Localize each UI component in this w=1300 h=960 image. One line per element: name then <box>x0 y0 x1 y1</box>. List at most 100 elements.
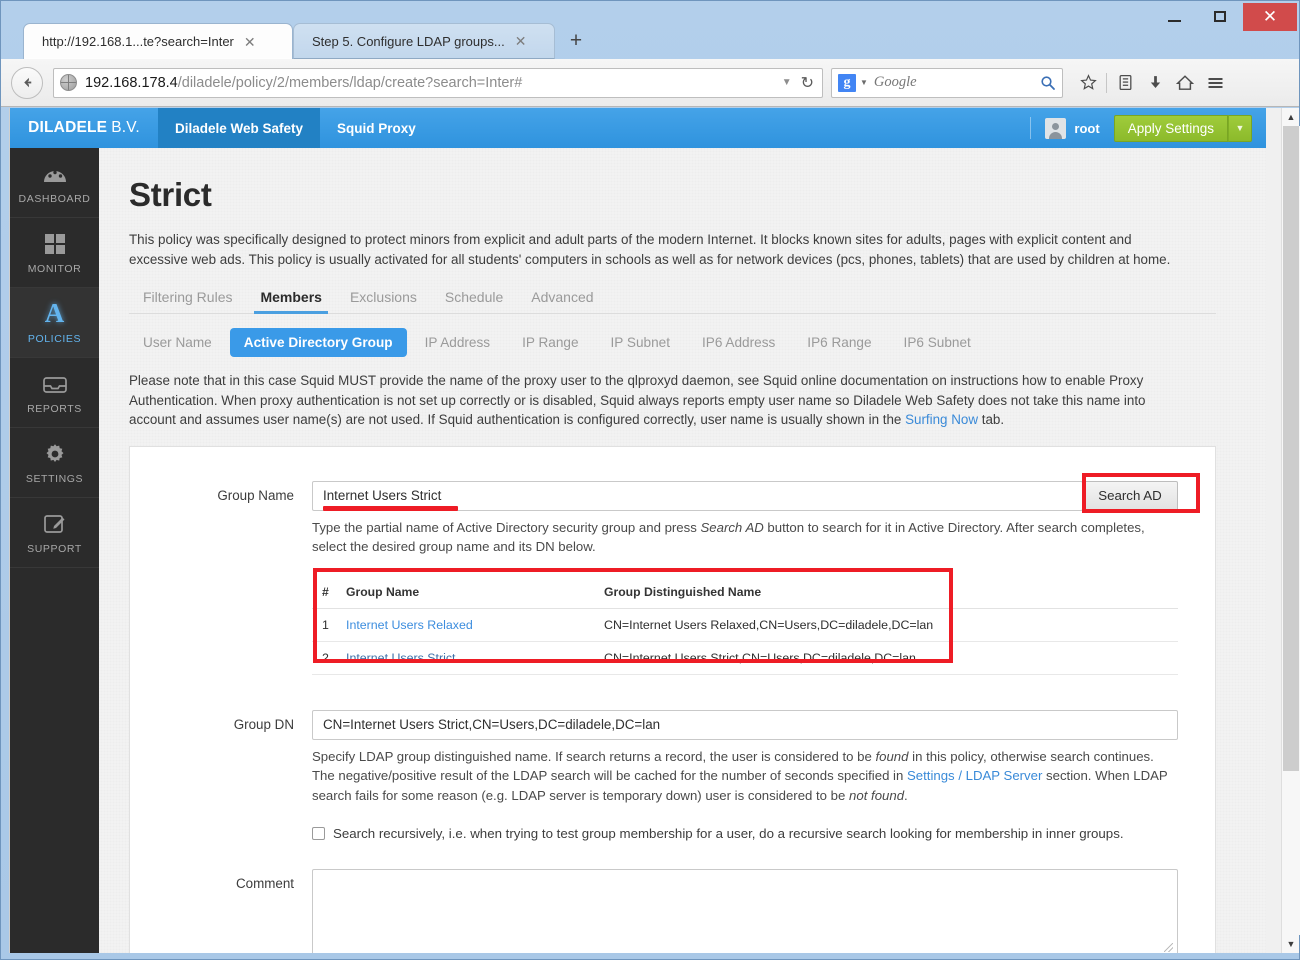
browser-tab-active[interactable]: http://192.168.1...te?search=Inter ✕ <box>23 23 293 59</box>
proxy-auth-note: Please note that in this case Squid MUST… <box>129 371 1174 430</box>
col-group-name: Group Name <box>346 580 604 609</box>
library-icon[interactable] <box>1110 67 1140 99</box>
search-recursively-checkbox[interactable] <box>312 827 325 840</box>
tab-ip-range[interactable]: IP Range <box>508 328 592 357</box>
ad-search-results-table: # Group Name Group Distinguished Name 1 … <box>312 580 1178 675</box>
surfing-now-link[interactable]: Surfing Now <box>905 412 978 427</box>
result-group-link[interactable]: Internet Users Relaxed <box>346 618 473 632</box>
tab-ip6-subnet[interactable]: IP6 Subnet <box>890 328 985 357</box>
bookmark-star-icon[interactable] <box>1073 67 1103 99</box>
search-ad-button[interactable]: Search AD <box>1082 480 1178 511</box>
table-row[interactable]: 1 Internet Users Relaxed CN=Internet Use… <box>312 608 1178 642</box>
sidebar-item-support[interactable]: SUPPORT <box>10 498 99 568</box>
grid-icon <box>44 231 66 257</box>
brand-name: DILADELE <box>28 119 108 136</box>
policy-description: This policy was specifically designed to… <box>129 232 1171 267</box>
search-icon[interactable] <box>1040 75 1056 91</box>
apply-settings-dropdown-caret-icon[interactable]: ▼ <box>1228 114 1252 142</box>
member-type-tabs: User Name Active Directory Group IP Addr… <box>129 328 1236 357</box>
username-label: root <box>1074 120 1100 136</box>
search-input[interactable]: Google <box>874 74 1040 91</box>
table-row[interactable]: 2 Internet Users Strict CN=Internet User… <box>312 641 1178 675</box>
browser-toolbar: 192.168.178.4/diladele/policy/2/members/… <box>1 59 1299 107</box>
downloads-icon[interactable] <box>1140 67 1170 99</box>
group-dn-input[interactable] <box>312 709 1178 740</box>
tab-user-name[interactable]: User Name <box>129 328 226 357</box>
close-icon[interactable]: ✕ <box>515 34 527 48</box>
sidebar-item-settings[interactable]: SETTINGS <box>10 428 99 498</box>
tab-ip-address[interactable]: IP Address <box>411 328 505 357</box>
divider <box>1106 72 1107 93</box>
reload-icon[interactable]: ↻ <box>801 73 814 93</box>
app-nav-right: root Apply Settings ▼ <box>1030 108 1266 148</box>
google-logo-icon: g <box>838 73 856 92</box>
table-header-row: # Group Name Group Distinguished Name <box>312 580 1178 609</box>
appnav-item-squid-proxy[interactable]: Squid Proxy <box>320 108 433 148</box>
resize-grip[interactable] <box>1164 943 1173 952</box>
tab-advanced[interactable]: Advanced <box>517 281 607 313</box>
brand-logo[interactable]: DILADELE B.V. <box>10 108 158 148</box>
group-name-input[interactable] <box>312 480 1083 511</box>
url-host: 192.168.178.4 <box>85 74 178 91</box>
tab-members[interactable]: Members <box>246 281 335 314</box>
sidebar-item-reports[interactable]: REPORTS <box>10 358 99 428</box>
divider <box>1030 117 1032 139</box>
avatar[interactable] <box>1045 117 1067 139</box>
comment-textarea[interactable] <box>312 869 1178 953</box>
group-dn-label: Group DN <box>233 716 294 732</box>
policy-tabs: Filtering Rules Members Exclusions Sched… <box>129 281 1216 314</box>
tab-filtering-rules[interactable]: Filtering Rules <box>129 281 246 313</box>
page-scrollbar[interactable]: ▲ ▼ <box>1281 108 1300 953</box>
sidebar-item-label: POLICIES <box>27 332 82 345</box>
close-icon[interactable]: ✕ <box>244 35 256 49</box>
scrollbar-track[interactable] <box>1282 126 1300 935</box>
tab-ip6-address[interactable]: IP6 Address <box>688 328 789 357</box>
back-button[interactable] <box>11 66 43 99</box>
appnav-item-web-safety[interactable]: Diladele Web Safety <box>158 108 321 148</box>
url-path: /diladele/policy/2/members/ldap/create?s… <box>177 74 523 91</box>
pencil-edit-icon <box>43 511 67 537</box>
scroll-down-arrow-icon[interactable]: ▼ <box>1282 935 1300 953</box>
sidebar: DASHBOARD MONITOR A POLICIES REPORTS SET… <box>10 148 99 953</box>
tab-schedule[interactable]: Schedule <box>431 281 517 313</box>
scrollbar-thumb[interactable] <box>1283 126 1299 771</box>
page-viewport: DILADELE B.V. Diladele Web Safety Squid P… <box>9 108 1281 953</box>
home-icon[interactable] <box>1170 67 1200 99</box>
brand-suffix: B.V. <box>111 119 140 136</box>
chevron-down-icon[interactable]: ▼ <box>860 78 868 87</box>
sidebar-item-monitor[interactable]: MONITOR <box>10 218 99 288</box>
chevron-down-icon[interactable]: ▼ <box>782 77 792 88</box>
tab-active-directory-group[interactable]: Active Directory Group <box>229 328 407 357</box>
settings-ldap-server-link[interactable]: Settings / LDAP Server <box>907 768 1042 783</box>
globe-favicon-icon <box>60 74 77 91</box>
col-group-dn: Group Distinguished Name <box>604 580 1178 609</box>
menu-icon[interactable] <box>1200 67 1230 99</box>
sidebar-item-dashboard[interactable]: DASHBOARD <box>10 148 99 218</box>
address-bar[interactable]: 192.168.178.4/diladele/policy/2/members/… <box>53 67 823 98</box>
back-arrow-icon <box>23 77 31 88</box>
help-emphasis-not-found: not found <box>849 787 905 803</box>
sidebar-item-label: DASHBOARD <box>18 192 91 205</box>
tab-exclusions[interactable]: Exclusions <box>336 281 431 313</box>
browser-tab-inactive[interactable]: Step 5. Configure LDAP groups... ✕ <box>293 23 555 59</box>
apply-settings-button[interactable]: Apply Settings <box>1113 114 1228 142</box>
dashboard-gauge-icon <box>42 161 68 187</box>
tab-ip-subnet[interactable]: IP Subnet <box>597 328 684 357</box>
result-group-link[interactable]: Internet Users Strict <box>346 651 455 665</box>
sidebar-item-label: MONITOR <box>27 262 82 275</box>
row-index: 2 <box>312 641 346 675</box>
gear-icon <box>43 441 67 467</box>
browser-tab-title: http://192.168.1...te?search=Inter <box>42 34 234 49</box>
help-part4: . <box>904 787 908 803</box>
main-content: Strict This policy was specifically desi… <box>99 148 1266 953</box>
scroll-up-arrow-icon[interactable]: ▲ <box>1282 108 1300 126</box>
web-page: DILADELE B.V. Diladele Web Safety Squid P… <box>10 108 1266 953</box>
browser-window: ✕ http://192.168.1...te?search=Inter ✕ S… <box>0 0 1300 960</box>
group-name-input-group: Search AD <box>312 480 1178 511</box>
new-tab-button[interactable]: + <box>561 27 591 55</box>
tab-ip6-range[interactable]: IP6 Range <box>793 328 885 357</box>
group-name-label: Group Name <box>217 487 294 503</box>
sidebar-item-policies[interactable]: A POLICIES <box>10 288 99 358</box>
search-bar[interactable]: g ▼ Google <box>831 67 1063 98</box>
search-recursively-row[interactable]: Search recursively, i.e. when trying to … <box>312 825 1215 843</box>
